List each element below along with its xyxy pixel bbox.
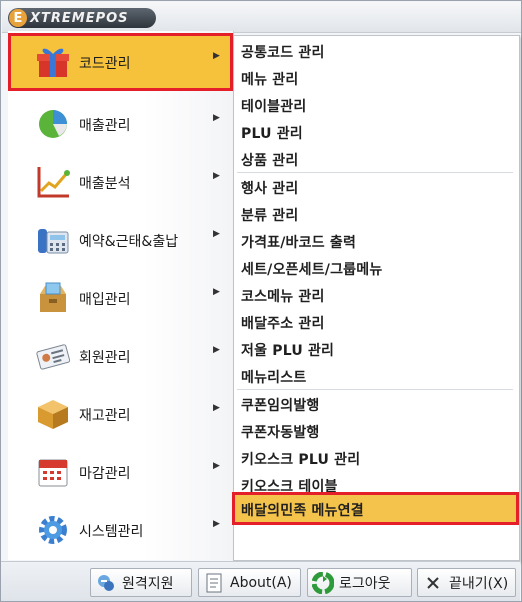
remote-support-label: 원격지원 bbox=[122, 575, 174, 592]
menu-item-label: 회원관리 bbox=[79, 350, 131, 366]
submenu-item[interactable]: 테이블관리 bbox=[234, 91, 517, 118]
cube-icon bbox=[38, 400, 68, 429]
menu-item-reservation-attendance[interactable]: 예약&근태&출납 ▶ bbox=[8, 211, 233, 269]
submenu-item[interactable]: PLU 관리 bbox=[234, 118, 517, 145]
chevron-right-icon: ▶ bbox=[213, 229, 220, 239]
chevron-right-icon: ▶ bbox=[213, 287, 220, 297]
menu-item-code-management[interactable]: 코드관리 ▶ bbox=[8, 33, 233, 91]
logout-button[interactable]: 로그아웃 bbox=[307, 568, 412, 597]
logo-letter: E bbox=[9, 9, 27, 27]
menu-item-label: 코드관리 bbox=[79, 56, 131, 72]
submenu-item[interactable]: 세트/오픈세트/그룹메뉴 bbox=[234, 254, 517, 281]
footer-bar: 원격지원 About(A) 로그아웃 끝내기(X) bbox=[1, 561, 520, 601]
gift-icon bbox=[37, 48, 69, 77]
phone-icon bbox=[38, 229, 69, 254]
submenu-item[interactable]: 가격표/바코드 출력 bbox=[234, 227, 517, 254]
menu-item-label: 매입관리 bbox=[79, 292, 131, 308]
chevron-right-icon: ▶ bbox=[213, 171, 220, 181]
submenu-item[interactable]: 쿠폰자동발행 bbox=[234, 417, 517, 444]
submenu-item[interactable]: 메뉴리스트 bbox=[234, 362, 517, 389]
submenu-item[interactable]: 공통코드 관리 bbox=[234, 37, 517, 64]
about-label: About(A) bbox=[230, 574, 292, 591]
gear-icon bbox=[39, 516, 67, 544]
chevron-right-icon: ▶ bbox=[213, 403, 220, 413]
chevron-right-icon: ▶ bbox=[213, 51, 220, 61]
submenu-item-selected[interactable]: 배달의민족 메뉴연결 bbox=[232, 492, 519, 525]
app-logo: E XTREMEPOS bbox=[8, 8, 156, 28]
menu-item-label: 매출분석 bbox=[79, 176, 131, 192]
logo-text: XTREMEPOS bbox=[30, 10, 129, 26]
main-menu: 코드관리 ▶ 매출관리 ▶ 매출분석 ▶ 예약&근태&출납 ▶ 매입관리 ▶ 회… bbox=[8, 31, 234, 560]
title-bar: E XTREMEPOS bbox=[2, 2, 521, 33]
about-button[interactable]: About(A) bbox=[198, 568, 301, 597]
pie-chart-icon bbox=[39, 110, 67, 138]
recycle-icon bbox=[312, 571, 334, 594]
exit-label: 끝내기(X) bbox=[449, 575, 509, 592]
menu-item-label: 재고관리 bbox=[79, 408, 131, 424]
menu-item-sales-management[interactable]: 매출관리 ▶ bbox=[8, 95, 233, 153]
menu-item-member-management[interactable]: 회원관리 ▶ bbox=[8, 327, 233, 385]
menu-item-label: 예약&근태&출납 bbox=[79, 234, 179, 250]
submenu-item[interactable]: 배달주소 관리 bbox=[234, 308, 517, 335]
submenu-item[interactable]: 키오스크 PLU 관리 bbox=[234, 444, 517, 471]
document-icon bbox=[203, 572, 225, 594]
submenu-item[interactable]: 코스메뉴 관리 bbox=[234, 281, 517, 308]
submenu-panel: 공통코드 관리 메뉴 관리 테이블관리 PLU 관리 상품 관리 행사 관리 분… bbox=[232, 35, 520, 561]
chevron-right-icon: ▶ bbox=[213, 461, 220, 471]
chevron-right-icon: ▶ bbox=[213, 113, 220, 123]
logout-label: 로그아웃 bbox=[339, 575, 391, 592]
submenu-item[interactable]: 행사 관리 bbox=[234, 173, 517, 200]
menu-item-label: 시스템관리 bbox=[79, 524, 144, 540]
chevron-right-icon: ▶ bbox=[213, 519, 220, 529]
calendar-icon bbox=[38, 459, 68, 487]
menu-item-inventory-management[interactable]: 재고관리 ▶ bbox=[8, 385, 233, 443]
id-card-icon bbox=[36, 344, 71, 370]
submenu-item[interactable]: 분류 관리 bbox=[234, 200, 517, 227]
menu-item-label: 매출관리 bbox=[79, 118, 131, 134]
submenu-item[interactable]: 상품 관리 bbox=[234, 145, 517, 172]
submenu-item[interactable]: 저울 PLU 관리 bbox=[234, 335, 517, 362]
menu-item-closing-management[interactable]: 마감관리 ▶ bbox=[8, 443, 233, 501]
box-icon bbox=[40, 282, 66, 312]
close-icon bbox=[422, 572, 444, 594]
line-chart-icon bbox=[37, 167, 70, 198]
chevron-right-icon: ▶ bbox=[213, 345, 220, 355]
submenu-item[interactable]: 쿠폰임의발행 bbox=[234, 390, 517, 417]
remote-support-button[interactable]: 원격지원 bbox=[90, 568, 192, 597]
menu-item-label: 마감관리 bbox=[79, 466, 131, 482]
menu-item-sales-analysis[interactable]: 매출분석 ▶ bbox=[8, 153, 233, 211]
submenu-item[interactable]: 메뉴 관리 bbox=[234, 64, 517, 91]
remote-support-icon bbox=[95, 572, 117, 594]
menu-item-purchase-management[interactable]: 매입관리 ▶ bbox=[8, 269, 233, 327]
menu-item-system-management[interactable]: 시스템관리 ▶ bbox=[8, 501, 233, 559]
exit-button[interactable]: 끝내기(X) bbox=[417, 568, 516, 597]
